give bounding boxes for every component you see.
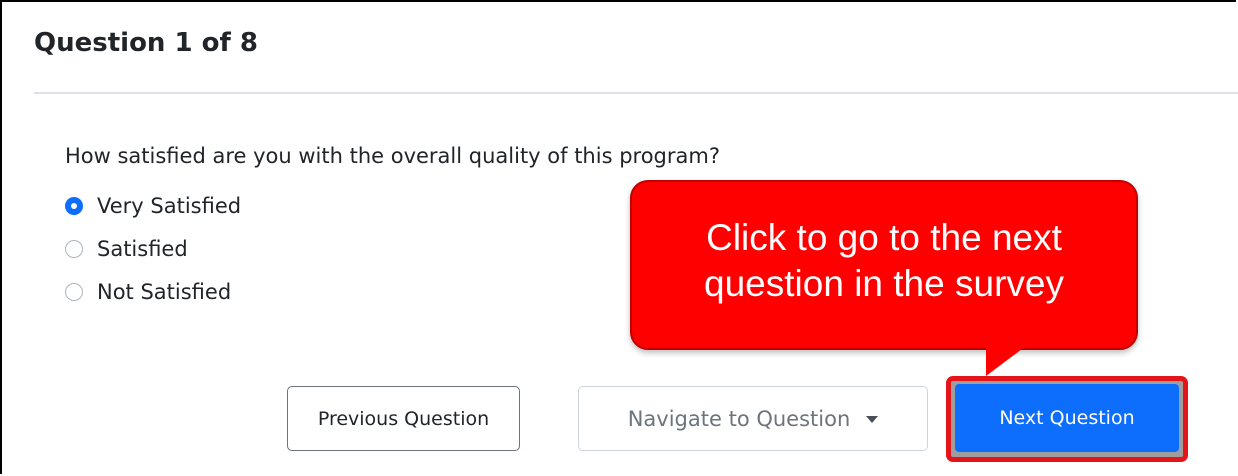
instruction-callout: Click to go to the next question in the … xyxy=(630,180,1138,350)
navigate-label: Navigate to Question xyxy=(627,406,851,431)
option-satisfied[interactable]: Satisfied xyxy=(65,227,241,270)
callout-text-line-2: question in the survey xyxy=(704,263,1064,304)
answer-options: Very Satisfied Satisfied Not Satisfied xyxy=(65,184,241,313)
header-divider xyxy=(34,92,1238,94)
chevron-down-icon xyxy=(866,416,879,423)
option-label: Satisfied xyxy=(97,236,188,261)
option-very-satisfied[interactable]: Very Satisfied xyxy=(65,184,241,227)
radio-button[interactable] xyxy=(65,239,83,258)
question-text: How satisfied are you with the overall q… xyxy=(65,144,720,168)
previous-question-button[interactable]: Previous Question xyxy=(287,386,520,451)
option-label: Not Satisfied xyxy=(97,279,232,304)
callout-pointer xyxy=(986,346,1026,376)
navigate-to-question-dropdown[interactable]: Navigate to Question xyxy=(578,386,928,451)
radio-button-selected[interactable] xyxy=(65,196,83,215)
callout-text-line-1: Click to go to the next xyxy=(706,217,1062,258)
next-question-button[interactable]: Next Question xyxy=(955,384,1179,452)
radio-button[interactable] xyxy=(65,282,83,301)
page-title: Question 1 of 8 xyxy=(34,28,258,58)
option-not-satisfied[interactable]: Not Satisfied xyxy=(65,270,241,313)
option-label: Very Satisfied xyxy=(97,193,242,218)
